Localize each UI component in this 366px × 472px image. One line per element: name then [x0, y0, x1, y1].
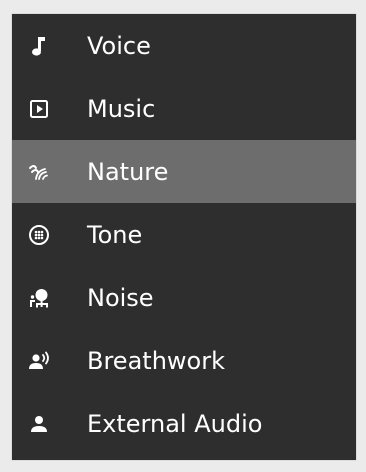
menu-item-label: Nature — [87, 157, 169, 186]
person-icon — [26, 411, 52, 437]
person-sound-icon — [26, 348, 52, 374]
menu-item-noise[interactable]: Noise — [12, 266, 356, 329]
menu-item-voice[interactable]: Voice — [12, 14, 356, 77]
menu-item-tone[interactable]: Tone — [12, 203, 356, 266]
menu-item-nature[interactable]: Nature — [12, 140, 356, 203]
dots-circle-icon — [26, 222, 52, 248]
menu-item-label: Tone — [87, 220, 143, 249]
menu-item-label: External Audio — [87, 409, 263, 438]
page-background: Voice Music Nature Tone Noise Breathwork… — [0, 0, 366, 472]
play-box-icon — [26, 96, 52, 122]
menu-item-label: Music — [87, 94, 156, 123]
audio-category-menu: Voice Music Nature Tone Noise Breathwork… — [12, 14, 356, 460]
menu-item-label: Voice — [87, 31, 151, 60]
tree-bench-icon — [26, 285, 52, 311]
wind-waves-icon — [26, 159, 52, 185]
music-note-icon — [26, 33, 52, 59]
menu-item-label: Breathwork — [87, 346, 225, 375]
menu-item-external-audio[interactable]: External Audio — [12, 392, 356, 455]
menu-item-label: Noise — [87, 283, 154, 312]
menu-item-breathwork[interactable]: Breathwork — [12, 329, 356, 392]
menu-item-music[interactable]: Music — [12, 77, 356, 140]
